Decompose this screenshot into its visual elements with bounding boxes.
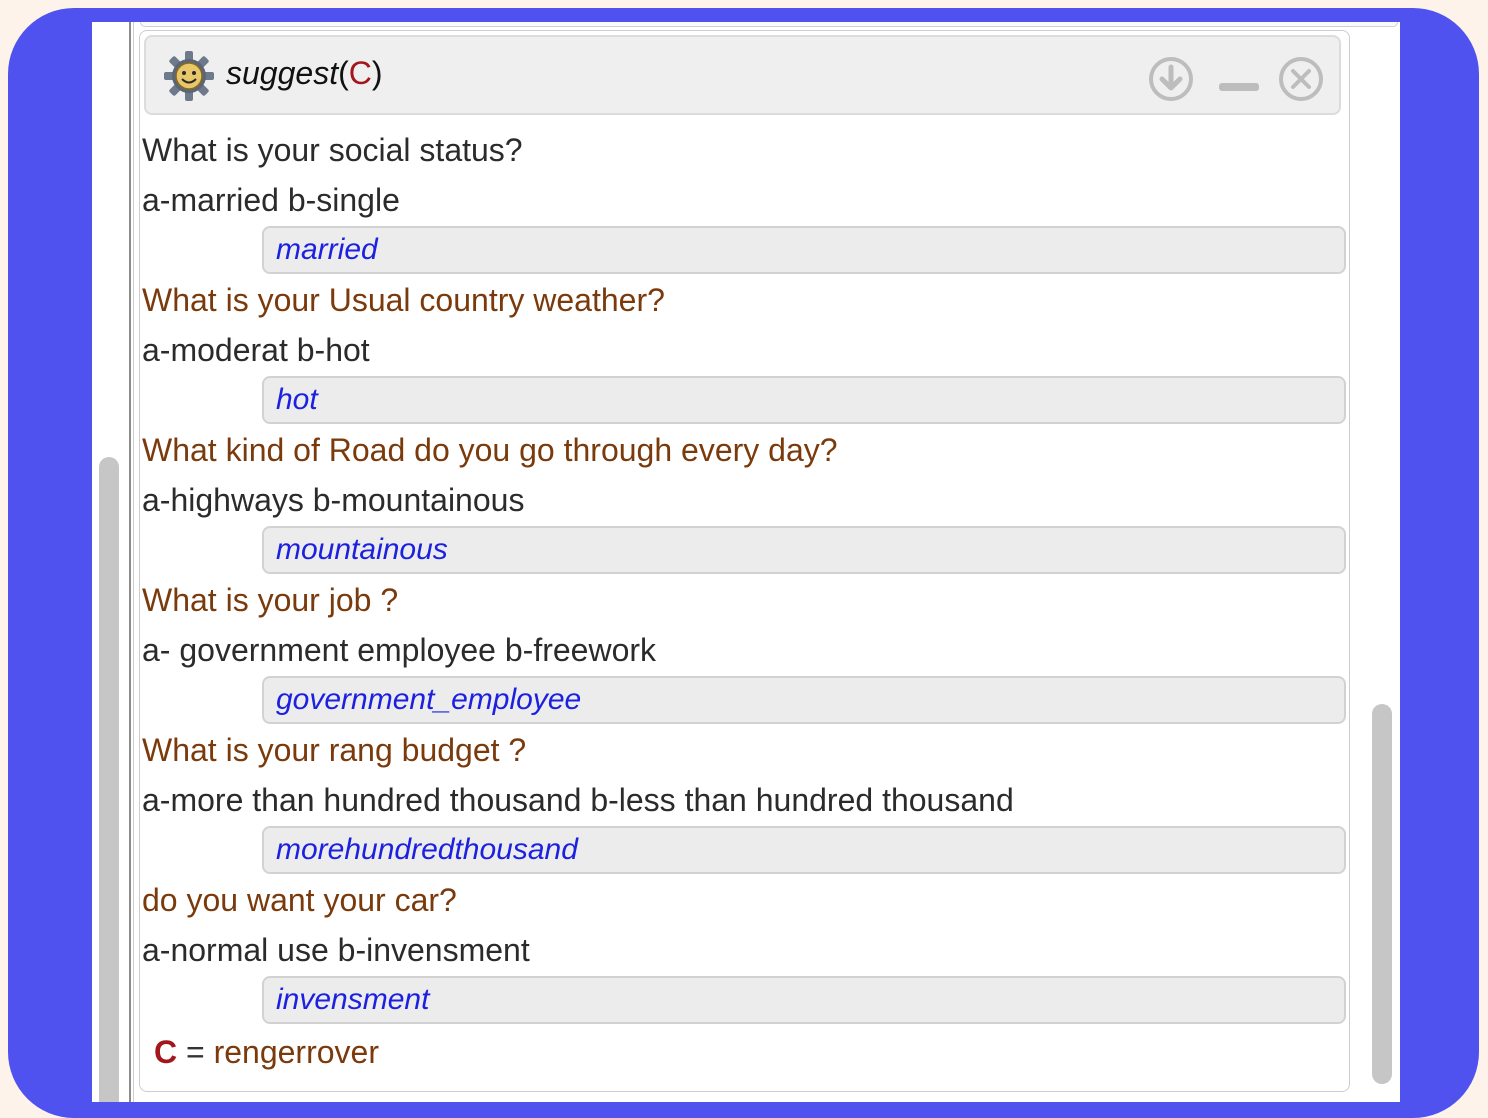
options-text: a-more than hundred thousand b-less than… <box>142 782 1014 818</box>
panel-title: suggest(C) <box>226 55 383 92</box>
question-text: What is your rang budget ? <box>142 732 527 768</box>
title-close-paren: ) <box>371 55 383 91</box>
title-variable: C <box>348 55 372 91</box>
answer-field[interactable]: invensment <box>262 976 1346 1024</box>
answer-field[interactable]: morehundredthousand <box>262 826 1346 874</box>
smiling-gear-icon <box>164 51 214 101</box>
right-scrollbar-thumb[interactable] <box>1372 704 1392 1084</box>
left-scrollbar-thumb[interactable] <box>99 457 119 1102</box>
options-text: a-highways b-mountainous <box>142 482 525 518</box>
result-variable: C <box>154 1034 178 1070</box>
question-text: do you want your car? <box>142 882 457 918</box>
minimize-icon[interactable] <box>1217 55 1265 103</box>
result-value: rengerrover <box>213 1034 379 1070</box>
result-binding: C = rengerrover <box>154 1032 379 1072</box>
options-text: a-moderat b-hot <box>142 332 370 368</box>
options-text: a- government employee b-freework <box>142 632 657 668</box>
title-function: suggest <box>226 55 339 91</box>
result-equals: = <box>186 1034 205 1070</box>
question-text: What kind of Road do you go through ever… <box>142 432 838 468</box>
answer-field[interactable]: mountainous <box>262 526 1346 574</box>
answer-field[interactable]: government_employee <box>262 676 1346 724</box>
panel-header: suggest(C) <box>144 35 1341 115</box>
question-text: What is your job ? <box>142 582 399 618</box>
answer-field[interactable]: hot <box>262 376 1346 424</box>
left-border <box>129 22 134 1102</box>
download-icon[interactable] <box>1147 55 1195 103</box>
options-text: a-married b-single <box>142 182 400 218</box>
options-text: a-normal use b-invensment <box>142 932 530 968</box>
title-open-paren: ( <box>338 55 349 91</box>
question-text: What is your social status? <box>142 132 523 168</box>
answer-field[interactable]: married <box>262 226 1346 274</box>
previous-panel-edge <box>140 22 1398 27</box>
close-icon[interactable] <box>1277 55 1325 103</box>
question-text: What is your Usual country weather? <box>142 282 665 318</box>
prolog-window: suggest(C) What is your social status? a… <box>92 22 1400 1102</box>
